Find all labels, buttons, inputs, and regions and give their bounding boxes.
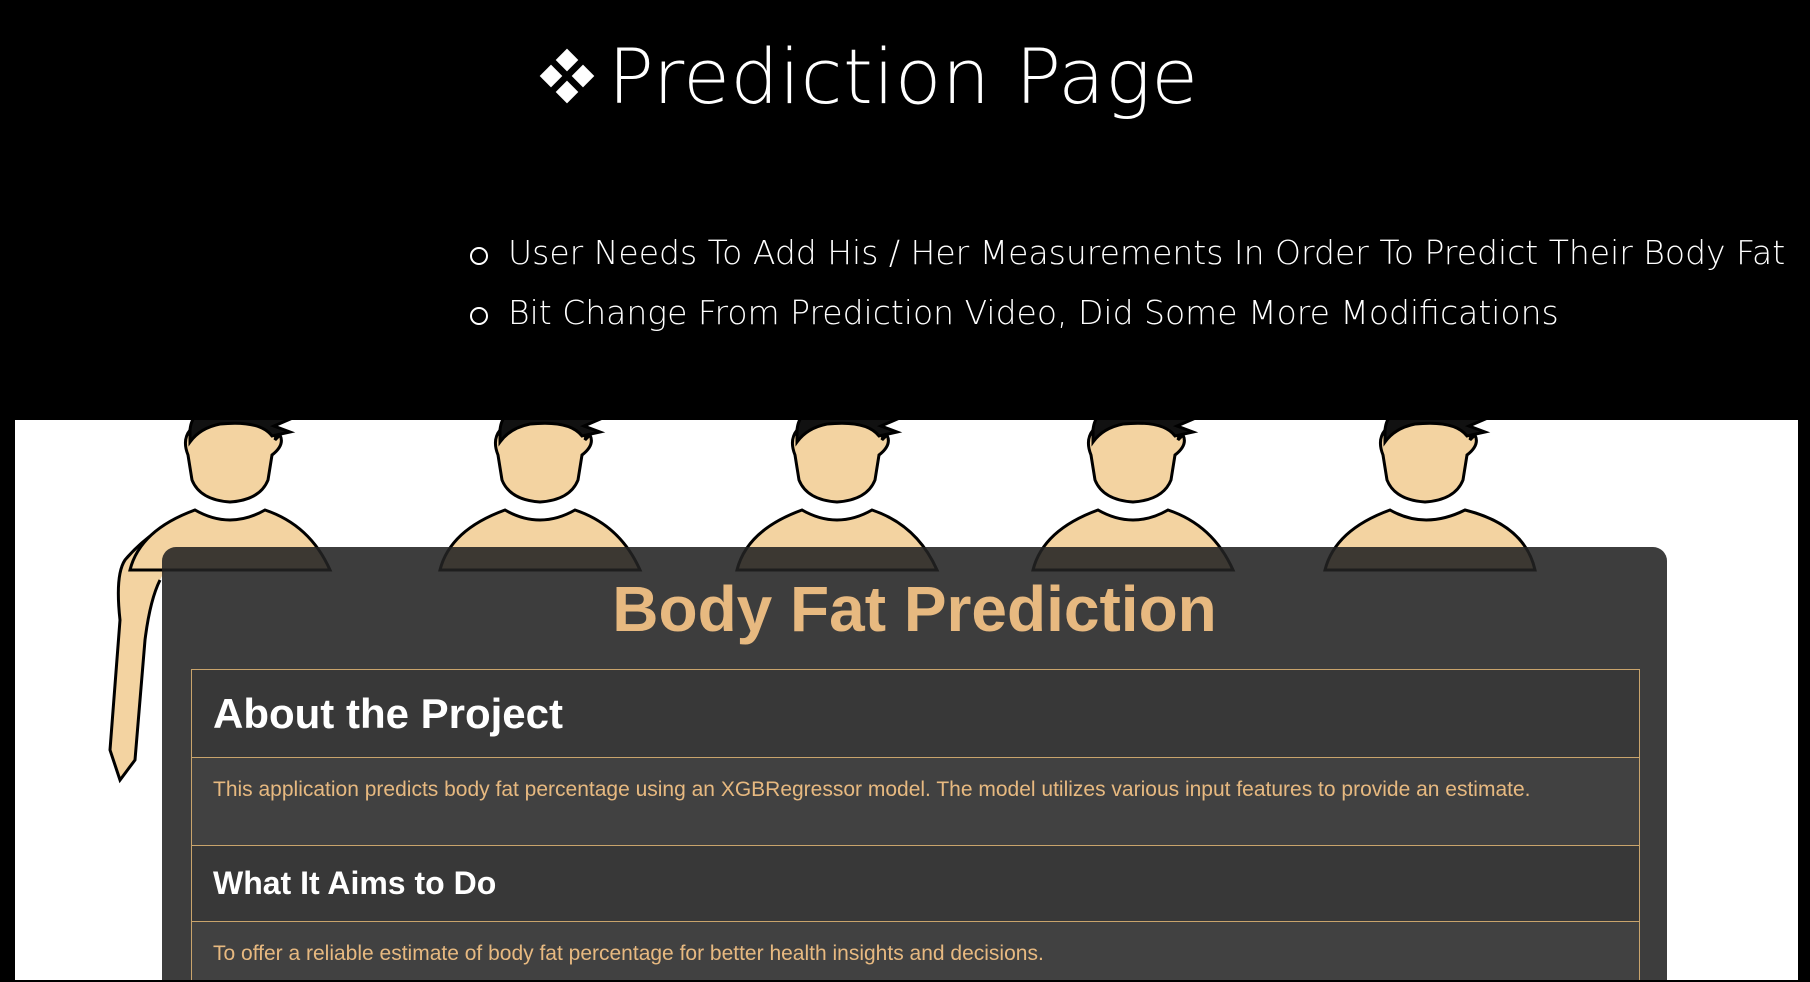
slide-title-text: Prediction Page: [608, 31, 1199, 121]
prediction-card: Body Fat Prediction About the Project Th…: [162, 547, 1667, 980]
about-section-header[interactable]: About the Project: [192, 670, 1639, 758]
hollow-circle-bullet-icon: [470, 307, 488, 325]
bullet-text: User Needs To Add His / Her Measurements…: [508, 232, 1786, 272]
diamond-cluster-icon: [539, 48, 595, 104]
aims-section-body: To offer a reliable estimate of body fat…: [192, 922, 1639, 980]
slide-title: Prediction Page: [539, 26, 1199, 126]
bullet-item: User Needs To Add His / Her Measurements…: [470, 222, 1785, 282]
info-accordion: About the Project This application predi…: [191, 669, 1640, 980]
app-title: Body Fat Prediction: [612, 573, 1217, 645]
bullet-text: Bit Change From Prediction Video, Did So…: [508, 292, 1559, 332]
app-screenshot: Body Fat Prediction About the Project Th…: [15, 420, 1798, 980]
aims-section-header[interactable]: What It Aims to Do: [192, 846, 1639, 922]
bullet-list: User Needs To Add His / Her Measurements…: [470, 222, 1785, 342]
hollow-circle-bullet-icon: [470, 247, 488, 265]
about-section-body: This application predicts body fat perce…: [192, 758, 1639, 846]
bullet-item: Bit Change From Prediction Video, Did So…: [470, 282, 1785, 342]
